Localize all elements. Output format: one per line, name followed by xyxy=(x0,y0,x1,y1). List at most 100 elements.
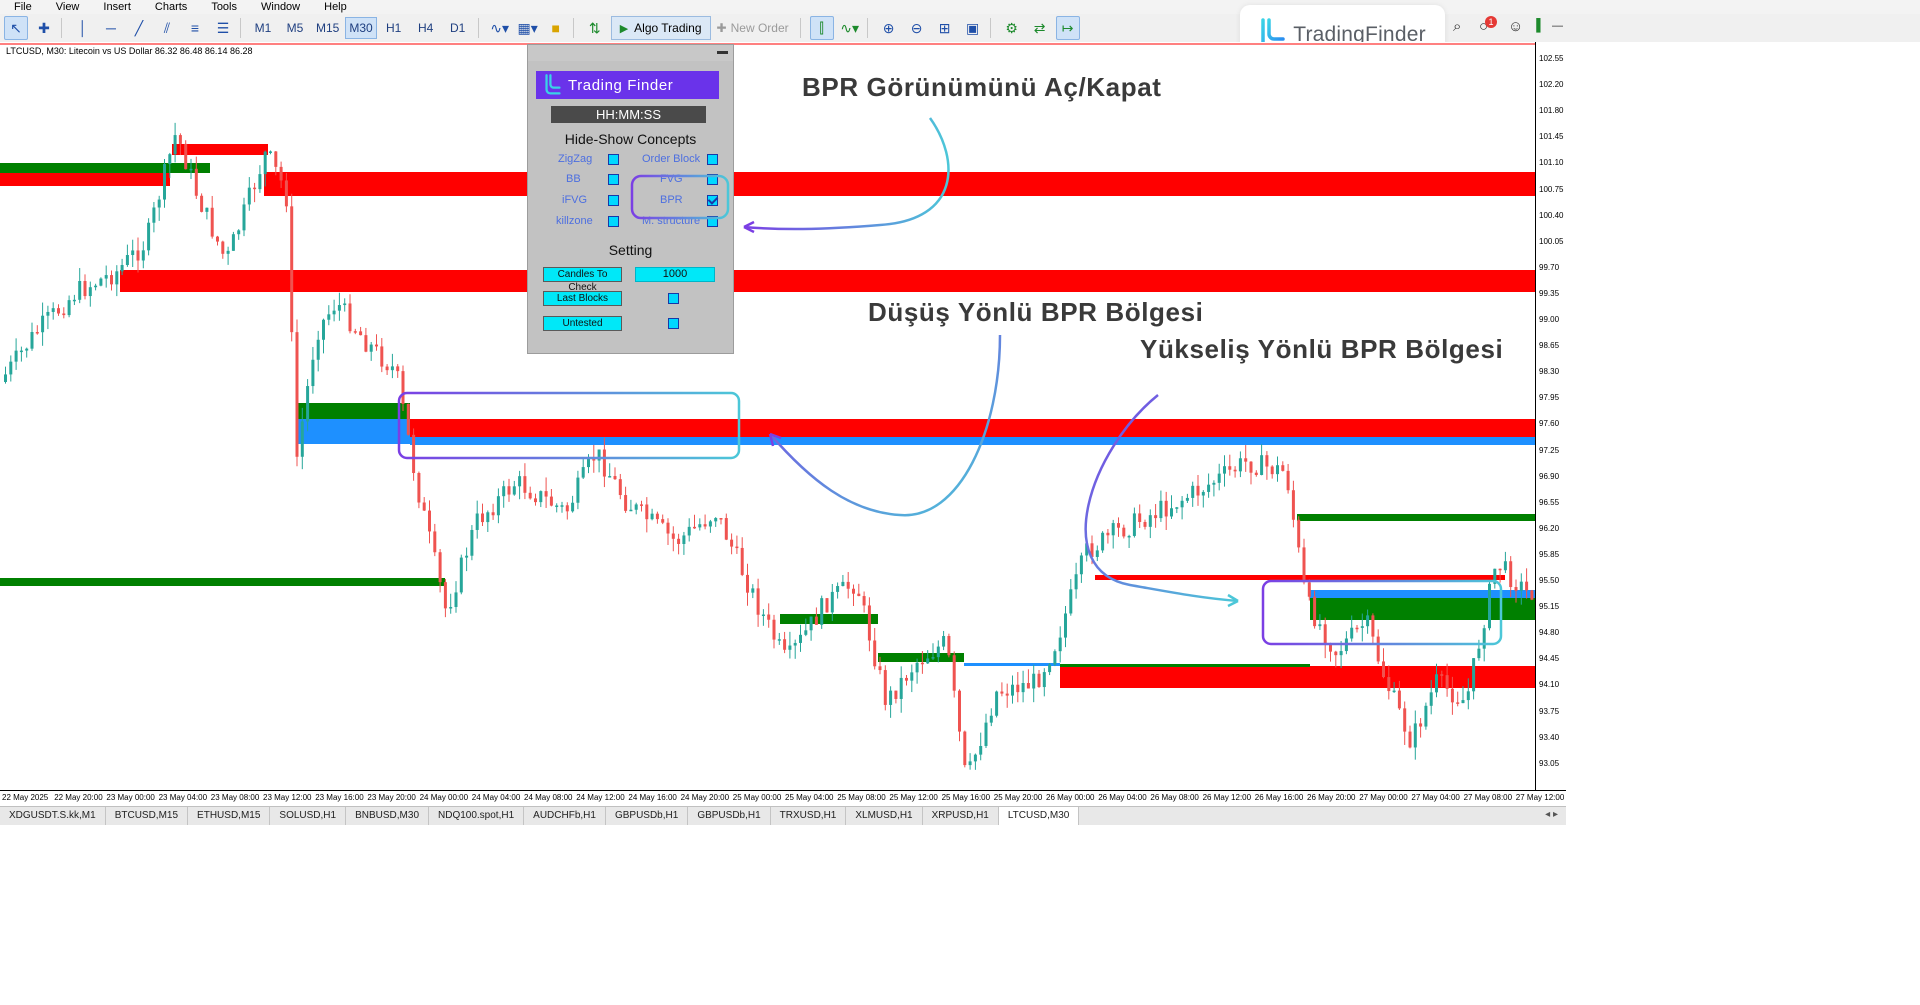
candle-body xyxy=(534,498,537,503)
symbol-tab[interactable]: XLMUSD,H1 xyxy=(846,807,923,825)
timeframe-h1[interactable]: H1 xyxy=(379,17,409,39)
candle-body xyxy=(602,449,606,477)
chart-area[interactable] xyxy=(0,42,1535,790)
candle-body xyxy=(120,265,124,272)
menu-window[interactable]: Window xyxy=(261,0,300,14)
chart-type-icon[interactable]: ∿▾ xyxy=(838,16,862,40)
candle-body xyxy=(30,332,34,349)
price-tick-label: 95.15 xyxy=(1539,602,1560,612)
timeframe-h4[interactable]: H4 xyxy=(411,17,441,39)
timeframe-m1[interactable]: M1 xyxy=(248,17,278,39)
symbol-tab[interactable]: BNBUSD,M30 xyxy=(346,807,429,825)
candle-body xyxy=(1069,589,1073,614)
trend-line-icon[interactable]: ╱ xyxy=(127,16,151,40)
menu-view[interactable]: View xyxy=(56,0,80,14)
symbol-tab[interactable]: AUDCHFb,H1 xyxy=(524,807,606,825)
menu-charts[interactable]: Charts xyxy=(155,0,187,14)
untested-button[interactable]: Untested xyxy=(543,316,622,331)
candle-body xyxy=(115,271,119,285)
candle-body xyxy=(746,574,749,593)
candle-body xyxy=(1413,723,1417,748)
candle-body xyxy=(1016,684,1020,693)
zoom-out-icon[interactable]: ⊖ xyxy=(905,16,929,40)
last-blocks-checkbox[interactable] xyxy=(668,293,679,304)
candle-body xyxy=(581,467,585,478)
autoscroll-icon[interactable]: ⇄ xyxy=(1028,16,1052,40)
price-tick-label: 97.60 xyxy=(1539,419,1560,429)
algo-trading-button[interactable]: ▶ Algo Trading xyxy=(610,16,711,40)
settings-gear-icon[interactable]: ⚙ xyxy=(1000,16,1024,40)
concept-checkbox-bpr[interactable] xyxy=(707,195,718,206)
symbol-tab[interactable]: SOLUSD,H1 xyxy=(270,807,347,825)
candles-to-check-button[interactable]: Candles To Check xyxy=(543,267,622,293)
candlestick-icon[interactable]: ⫿ xyxy=(809,16,834,40)
chart-shift-icon[interactable]: ↦ xyxy=(1055,16,1080,40)
cursor-icon[interactable]: ↖ xyxy=(4,16,28,40)
concept-checkbox-killzone[interactable] xyxy=(608,216,619,227)
horizontal-line-icon[interactable]: ─ xyxy=(99,16,123,40)
crosshair-icon[interactable]: ✚ xyxy=(32,16,56,40)
candle-body xyxy=(1366,615,1370,627)
panel-title-bar[interactable] xyxy=(528,45,733,61)
menu-help[interactable]: Help xyxy=(324,0,347,14)
timeframe-m30[interactable]: M30 xyxy=(345,17,377,39)
symbol-tab[interactable]: ETHUSD,M15 xyxy=(188,807,271,825)
tile-windows-icon[interactable]: ⊞ xyxy=(933,16,957,40)
concept-checkbox-fvg[interactable] xyxy=(707,174,718,185)
last-blocks-button[interactable]: Last Blocks xyxy=(543,291,622,306)
symbol-tab[interactable]: GBPUSDb,H1 xyxy=(606,807,689,825)
candle-body xyxy=(396,366,400,372)
concept-checkbox-ifvg[interactable] xyxy=(608,195,619,206)
timeframe-m5[interactable]: M5 xyxy=(280,17,310,39)
timeframe-m15[interactable]: M15 xyxy=(312,17,343,39)
candles-to-check-input[interactable]: 1000 xyxy=(635,267,715,282)
symbol-tab[interactable]: XDGUSDT.S.kk,M1 xyxy=(0,807,106,825)
candle-body xyxy=(995,691,999,716)
concept-checkbox-market-structure[interactable] xyxy=(707,216,718,227)
indicators-icon[interactable]: ∿▾ xyxy=(488,16,512,40)
panel-minimize-icon[interactable] xyxy=(717,47,728,54)
menu-insert[interactable]: Insert xyxy=(103,0,131,14)
concept-checkbox-order-block[interactable] xyxy=(707,154,718,165)
symbol-tab[interactable]: XRPUSD,H1 xyxy=(923,807,999,825)
menu-file[interactable]: File xyxy=(14,0,32,14)
symbol-tab[interactable]: LTCUSD,M30 xyxy=(998,807,1080,825)
folder-icon[interactable]: ■ xyxy=(544,16,568,40)
candle-body xyxy=(178,135,182,144)
symbol-tab[interactable]: NDQ100.spot,H1 xyxy=(429,807,525,825)
concept-checkbox-bb[interactable] xyxy=(608,174,619,185)
price-chart[interactable] xyxy=(0,42,1535,790)
concept-checkbox-zigzag[interactable] xyxy=(608,154,619,165)
candle-body xyxy=(247,187,251,205)
candle-body xyxy=(624,495,628,511)
text-tool-icon[interactable]: ☰ xyxy=(211,16,235,40)
candle-body xyxy=(809,616,813,631)
candle-body xyxy=(804,630,808,635)
symbol-tab[interactable]: GBPUSDb,H1 xyxy=(688,807,771,825)
screenshot-icon[interactable]: ▣ xyxy=(961,16,985,40)
symbol-tab[interactable]: BTCUSD,M15 xyxy=(106,807,189,825)
candle-body xyxy=(698,524,702,528)
new-order-button[interactable]: ✚ New Order xyxy=(711,17,795,39)
candle-body xyxy=(1217,473,1221,483)
channel-icon[interactable]: ⫽ xyxy=(155,16,179,40)
symbol-tab[interactable]: TRXUSD,H1 xyxy=(771,807,847,825)
date-tick-label: 23 May 16:00 xyxy=(315,793,364,802)
account-icon[interactable]: ☺ xyxy=(1508,18,1523,35)
menu-tools[interactable]: Tools xyxy=(211,0,237,14)
timeframe-d1[interactable]: D1 xyxy=(443,17,473,39)
fibonacci-icon[interactable]: ≡ xyxy=(183,16,207,40)
candle-body xyxy=(496,496,500,516)
signal-icon[interactable]: ⇅ xyxy=(583,16,607,40)
tab-scroll-arrows-icon[interactable]: ◂ ▸ xyxy=(1545,809,1558,820)
zoom-in-icon[interactable]: ⊕ xyxy=(877,16,901,40)
date-tick-label: 25 May 00:00 xyxy=(732,793,782,802)
minimize-icon[interactable]: — xyxy=(1552,20,1563,32)
bullish-zone xyxy=(0,578,445,586)
untested-checkbox[interactable] xyxy=(668,318,679,329)
candle-body xyxy=(560,505,564,507)
vertical-line-icon[interactable]: │ xyxy=(71,16,95,40)
templates-icon[interactable]: ▦▾ xyxy=(516,16,540,40)
search-icon[interactable]: ⌕ xyxy=(1453,18,1461,35)
date-tick-label: 23 May 00:00 xyxy=(106,793,155,802)
